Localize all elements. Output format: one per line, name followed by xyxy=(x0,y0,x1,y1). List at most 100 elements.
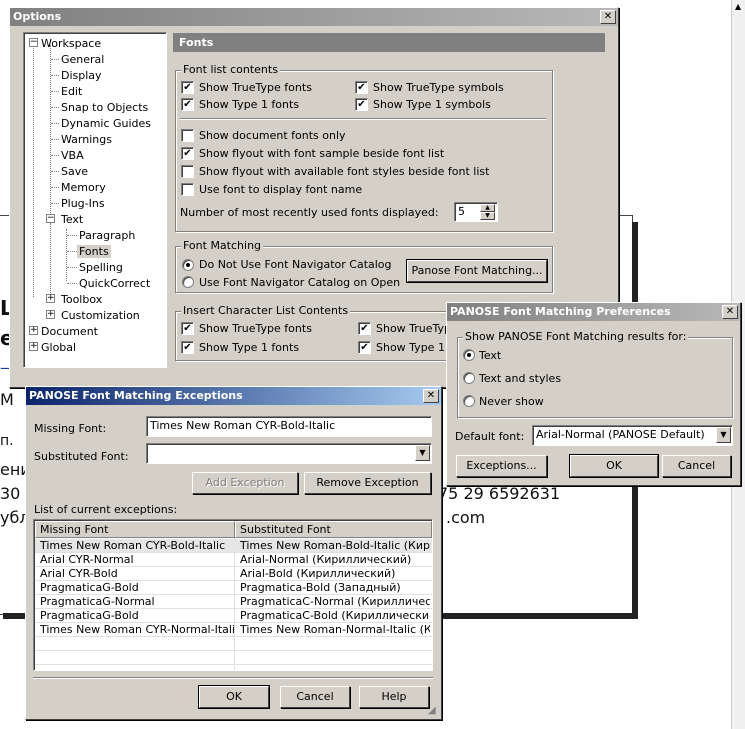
add-exception-button[interactable]: Add Exception xyxy=(192,472,298,494)
expand-text-icon[interactable]: − xyxy=(46,214,55,223)
spin-down-icon[interactable]: ▼ xyxy=(480,212,495,220)
remove-exception-button[interactable]: Remove Exception xyxy=(304,472,431,494)
tree-item-plug-ins[interactable]: Plug-Ins xyxy=(61,197,105,210)
tree-item-document[interactable]: Document xyxy=(41,325,98,338)
cell-missing-font: Arial CYR-Bold xyxy=(40,567,118,580)
insert-truetype-symbols-checkbox[interactable]: ✔ xyxy=(358,322,371,335)
tree-item-display[interactable]: Display xyxy=(61,69,102,82)
tree-item-spelling[interactable]: Spelling xyxy=(79,261,123,274)
chevron-down-icon[interactable]: ▼ xyxy=(716,427,731,443)
column-header-substituted-font[interactable]: Substituted Font xyxy=(235,521,432,538)
tree-item-snap-to-objects[interactable]: Snap to Objects xyxy=(61,101,148,114)
table-row[interactable]: PragmaticaG-Bold Pragmatica-Bold (Западн… xyxy=(35,581,432,595)
spin-up-icon[interactable]: ▲ xyxy=(480,204,495,212)
tree-item-vba[interactable]: VBA xyxy=(61,149,84,162)
tree-item-dynamic-guides[interactable]: Dynamic Guides xyxy=(61,117,151,130)
use-font-navigator-radio[interactable] xyxy=(182,276,194,288)
insert-truetype-fonts-label: Show TrueType fonts xyxy=(199,322,312,335)
text-and-styles-radio[interactable] xyxy=(463,372,475,384)
show-truetype-fonts-label: Show TrueType fonts xyxy=(199,81,312,94)
table-row[interactable]: Times New Roman CYR-Bold-Italic Times Ne… xyxy=(35,539,432,553)
preferences-ok-button[interactable]: OK xyxy=(569,454,659,478)
tree-item-memory[interactable]: Memory xyxy=(61,181,106,194)
exceptions-close-icon[interactable]: ✕ xyxy=(423,389,439,403)
exceptions-ok-button[interactable]: OK xyxy=(198,685,270,709)
scroll-up-arrow-icon[interactable]: ▲ xyxy=(735,2,741,11)
table-row[interactable]: PragmaticaG-Bold PragmaticaC-Bold (Кирил… xyxy=(35,609,432,623)
show-flyout-styles-checkbox[interactable] xyxy=(181,165,194,178)
text-and-styles-label: Text and styles xyxy=(479,372,562,385)
exceptions-table[interactable]: Missing Font Substituted Font Times New … xyxy=(33,519,433,671)
exceptions-cancel-button[interactable]: Cancel xyxy=(280,686,350,708)
show-truetype-symbols-label: Show TrueType symbols xyxy=(373,81,504,94)
tree-item-general[interactable]: General xyxy=(61,53,104,66)
insert-type1-symbols-checkbox[interactable]: ✔ xyxy=(358,341,371,354)
tree-item-fonts[interactable]: Fonts xyxy=(77,245,111,258)
panose-font-matching-button[interactable]: Panose Font Matching... xyxy=(406,259,548,283)
expand-workspace-icon[interactable]: − xyxy=(29,38,38,47)
expand-customization-icon[interactable]: + xyxy=(46,310,55,319)
insert-char-group-title: Insert Character List Contents xyxy=(181,304,351,317)
show-type1-symbols-checkbox[interactable]: ✔ xyxy=(355,98,368,111)
cell-missing-font: Arial CYR-Normal xyxy=(40,553,134,566)
show-type1-symbols-label: Show Type 1 symbols xyxy=(373,98,491,111)
never-show-radio[interactable] xyxy=(463,395,475,407)
insert-type1-fonts-checkbox[interactable]: ✔ xyxy=(181,341,194,354)
exceptions-button[interactable]: Exceptions... xyxy=(456,455,547,477)
use-font-display-checkbox[interactable] xyxy=(181,183,194,196)
no-font-navigator-radio[interactable] xyxy=(182,259,194,271)
tree-item-toolbox[interactable]: Toolbox xyxy=(61,293,102,306)
tree-item-save[interactable]: Save xyxy=(61,165,88,178)
expand-document-icon[interactable]: + xyxy=(29,326,38,335)
show-flyout-styles-label: Show flyout with available font styles b… xyxy=(199,165,490,178)
font-list-divider xyxy=(180,118,546,120)
show-type1-fonts-checkbox[interactable]: ✔ xyxy=(181,98,194,111)
show-document-fonts-label: Show document fonts only xyxy=(199,129,346,142)
chevron-down-icon[interactable]: ▼ xyxy=(415,445,430,461)
tree-item-global[interactable]: Global xyxy=(41,341,76,354)
cell-missing-font: Times New Roman CYR-Bold-Italic xyxy=(40,539,226,552)
table-row[interactable]: Arial CYR-Bold Arial-Bold (Кириллический… xyxy=(35,567,432,581)
table-row[interactable]: PragmaticaG-Normal PragmaticaC-Normal (К… xyxy=(35,595,432,609)
preferences-title: PANOSE Font Matching Preferences xyxy=(450,305,671,318)
tree-item-text[interactable]: Text xyxy=(61,213,83,226)
show-document-fonts-checkbox[interactable] xyxy=(181,129,194,142)
show-flyout-sample-checkbox[interactable]: ✔ xyxy=(181,147,194,160)
insert-truetype-symbols-label: Show TrueTyp xyxy=(376,322,452,335)
tree-item-warnings[interactable]: Warnings xyxy=(61,133,112,146)
fonts-section-header: Fonts xyxy=(173,33,605,52)
default-font-label: Default font: xyxy=(455,430,525,443)
missing-font-input[interactable]: Times New Roman CYR-Bold-Italic xyxy=(146,416,432,437)
font-matching-group-title: Font Matching xyxy=(181,239,264,252)
tree-item-quickcorrect[interactable]: QuickCorrect xyxy=(79,277,150,290)
preferences-close-icon[interactable]: ✕ xyxy=(722,305,738,319)
table-row[interactable]: Times New Roman CYR-Normal-Italic Times … xyxy=(35,623,432,637)
insert-truetype-fonts-checkbox[interactable]: ✔ xyxy=(181,322,194,335)
tree-item-workspace[interactable]: Workspace xyxy=(41,37,101,50)
bg-phone: 75 29 6592631 xyxy=(438,484,561,503)
cell-missing-font: PragmaticaG-Normal xyxy=(40,595,155,608)
insert-type1-symbols-label: Show Type 1 s xyxy=(376,341,455,354)
text-radio[interactable] xyxy=(463,349,475,361)
bg-website: .com xyxy=(446,508,486,527)
table-row[interactable]: Arial CYR-Normal Arial-Normal (Кирилличе… xyxy=(35,553,432,567)
default-font-select[interactable]: Arial-Normal (PANOSE Default) ▼ xyxy=(532,425,733,446)
substituted-font-select[interactable]: ▼ xyxy=(146,443,432,464)
expand-global-icon[interactable]: + xyxy=(29,342,38,351)
text-radio-label: Text xyxy=(479,349,502,362)
tree-item-edit[interactable]: Edit xyxy=(61,85,82,98)
cell-missing-font: Times New Roman CYR-Normal-Italic xyxy=(40,623,234,636)
show-truetype-fonts-checkbox[interactable]: ✔ xyxy=(181,81,194,94)
tree-item-paragraph[interactable]: Paragraph xyxy=(79,229,135,242)
default-font-value: Arial-Normal (PANOSE Default) xyxy=(536,428,705,441)
show-truetype-symbols-checkbox[interactable]: ✔ xyxy=(355,81,368,94)
options-close-icon[interactable]: ✕ xyxy=(600,10,616,24)
table-row-empty xyxy=(35,651,432,665)
tree-item-customization[interactable]: Customization xyxy=(61,309,140,322)
no-font-navigator-label: Do Not Use Font Navigator Catalog xyxy=(199,258,392,271)
preferences-cancel-button[interactable]: Cancel xyxy=(662,455,731,477)
exceptions-help-button[interactable]: Help xyxy=(359,686,429,708)
column-header-missing-font[interactable]: Missing Font xyxy=(35,521,235,538)
expand-toolbox-icon[interactable]: + xyxy=(46,294,55,303)
resize-grip-icon[interactable]: ◢ xyxy=(428,706,440,718)
